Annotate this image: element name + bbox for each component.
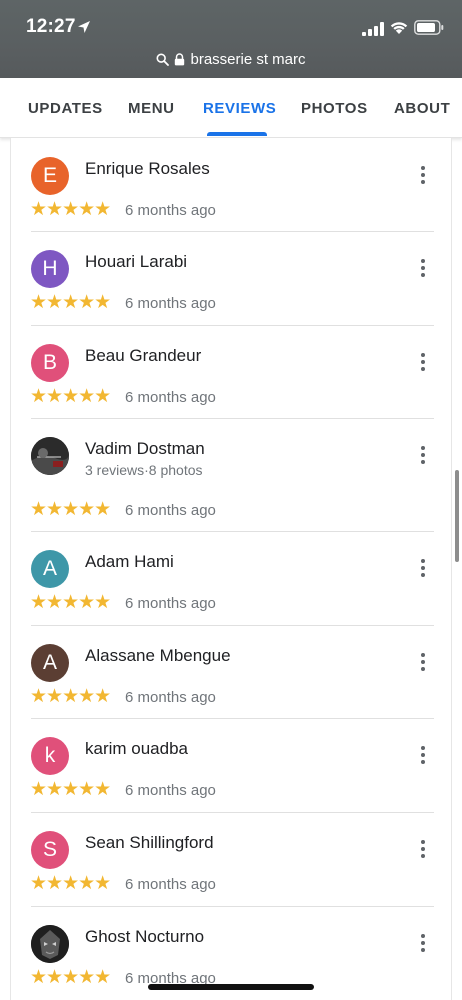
lock-icon <box>175 52 185 65</box>
cellular-signal-icon <box>362 22 384 36</box>
avatar[interactable] <box>31 437 69 475</box>
reviewer-name[interactable]: Beau Grandeur <box>85 346 201 366</box>
review-time: 6 months ago <box>125 202 216 219</box>
star-rating: ★★★★★ <box>30 199 111 220</box>
browser-chrome: 12:27 brasserie st marc <box>0 0 462 78</box>
reviewer-name[interactable]: karim ouadba <box>85 739 188 759</box>
star-rating: ★★★★★ <box>30 499 111 520</box>
divider <box>31 906 434 907</box>
review-time: 6 months ago <box>125 876 216 893</box>
reviewer-name[interactable]: Vadim Dostman <box>85 439 205 459</box>
tab-about[interactable]: ABOUT <box>394 78 450 138</box>
location-arrow-icon <box>78 21 90 33</box>
divider <box>31 231 434 232</box>
review-time: 6 months ago <box>125 389 216 406</box>
star-rating: ★★★★★ <box>30 292 111 313</box>
reviewer-name[interactable]: Ghost Nocturno <box>85 927 204 947</box>
review-time: 6 months ago <box>125 782 216 799</box>
url-domain: brasserie st marc <box>190 50 306 68</box>
star-rating: ★★★★★ <box>30 967 111 988</box>
reviewer-stats: 3 reviews·8 photos <box>85 462 203 478</box>
divider <box>31 325 434 326</box>
tab-bar: UPDATES MENU REVIEWS PHOTOS ABOUT <box>0 78 462 138</box>
tab-menu[interactable]: MENU <box>128 78 175 138</box>
divider <box>31 625 434 626</box>
more-options-icon[interactable] <box>415 557 431 579</box>
active-tab-indicator <box>207 132 267 136</box>
avatar[interactable]: S <box>31 831 69 869</box>
status-bar: 12:27 <box>0 14 462 42</box>
avatar[interactable] <box>31 925 69 963</box>
more-options-icon[interactable] <box>415 164 431 186</box>
review-time: 6 months ago <box>125 295 216 312</box>
reviewer-name[interactable]: Enrique Rosales <box>85 159 210 179</box>
reviewer-name[interactable]: Houari Larabi <box>85 252 187 272</box>
battery-icon <box>414 20 444 35</box>
more-options-icon[interactable] <box>415 932 431 954</box>
divider <box>31 812 434 813</box>
wifi-icon <box>390 22 408 34</box>
reviewer-name[interactable]: Sean Shillingford <box>85 833 214 853</box>
status-time: 12:27 <box>26 16 76 37</box>
avatar[interactable]: B <box>31 344 69 382</box>
avatar[interactable]: A <box>31 550 69 588</box>
home-indicator[interactable] <box>148 984 314 990</box>
avatar[interactable]: k <box>31 737 69 775</box>
scrollbar[interactable] <box>455 470 459 562</box>
avatar[interactable]: E <box>31 157 69 195</box>
star-rating: ★★★★★ <box>30 779 111 800</box>
more-options-icon[interactable] <box>415 651 431 673</box>
star-rating: ★★★★★ <box>30 592 111 613</box>
more-options-icon[interactable] <box>415 744 431 766</box>
more-options-icon[interactable] <box>415 351 431 373</box>
review-time: 6 months ago <box>125 595 216 612</box>
avatar[interactable]: H <box>31 250 69 288</box>
star-rating: ★★★★★ <box>30 873 111 894</box>
reviewer-name[interactable]: Adam Hami <box>85 552 174 572</box>
review-time: 6 months ago <box>125 689 216 706</box>
profile-photo <box>31 925 69 963</box>
divider <box>31 531 434 532</box>
tab-reviews[interactable]: REVIEWS <box>203 78 276 138</box>
more-options-icon[interactable] <box>415 838 431 860</box>
avatar[interactable]: A <box>31 644 69 682</box>
review-time: 6 months ago <box>125 502 216 519</box>
star-rating: ★★★★★ <box>30 386 111 407</box>
star-rating: ★★★★★ <box>30 686 111 707</box>
divider <box>31 418 434 419</box>
search-icon <box>156 52 170 66</box>
reviewer-name[interactable]: Alassane Mbengue <box>85 646 231 666</box>
more-options-icon[interactable] <box>415 444 431 466</box>
reviews-list: E Enrique Rosales ★★★★★ 6 months ago H H… <box>10 138 452 1000</box>
tab-updates[interactable]: UPDATES <box>28 78 103 138</box>
divider <box>31 718 434 719</box>
profile-photo <box>31 437 69 475</box>
more-options-icon[interactable] <box>415 257 431 279</box>
url-bar[interactable]: brasserie st marc <box>0 48 462 70</box>
tab-photos[interactable]: PHOTOS <box>301 78 368 138</box>
